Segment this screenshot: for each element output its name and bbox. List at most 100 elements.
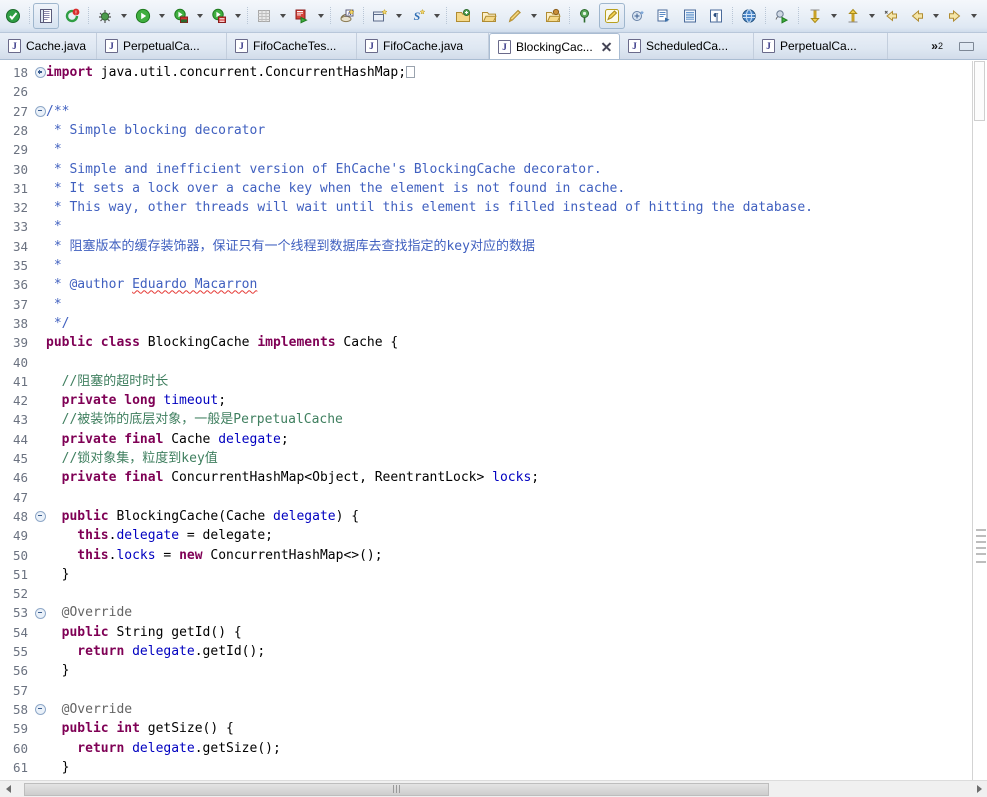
debug-icon[interactable] (92, 3, 118, 29)
horizontal-scroll-track[interactable] (16, 781, 971, 797)
code-line[interactable]: public class BlockingCache implements Ca… (46, 333, 398, 352)
new-class-icon[interactable]: A (334, 3, 360, 29)
fold-collapse-icon[interactable] (35, 507, 46, 526)
fold-collapse-icon[interactable] (35, 700, 46, 719)
code-line[interactable]: return delegate.getId(); (46, 642, 265, 661)
code-line[interactable]: //阻塞的超时时长 (46, 372, 169, 391)
save-icon[interactable] (0, 3, 26, 29)
editor-tab[interactable]: J PerpetualCa... (754, 33, 888, 59)
code-line[interactable]: this.locks = new ConcurrentHashMap<>(); (46, 546, 382, 565)
code-line[interactable]: @Override (46, 700, 132, 719)
chevron-down-icon[interactable] (232, 4, 244, 28)
previous-edit-icon[interactable] (802, 3, 828, 29)
code-line[interactable]: private long timeout; (46, 391, 226, 410)
chevron-down-icon[interactable] (277, 4, 289, 28)
code-line[interactable]: public BlockingCache(Cache delegate) { (46, 507, 359, 526)
code-line[interactable]: * Simple and inefficient version of EhCa… (46, 160, 602, 179)
code-line[interactable]: */ (46, 314, 70, 333)
code-line[interactable]: @Override (46, 603, 132, 622)
run-last-icon[interactable] (769, 3, 795, 29)
chevron-down-icon[interactable] (194, 4, 206, 28)
refresh-icon[interactable]: ! (59, 3, 85, 29)
back-icon[interactable] (904, 3, 930, 29)
code-line[interactable]: * (46, 256, 62, 275)
vertical-scrollbar-thumb[interactable] (974, 61, 985, 121)
minimize-button[interactable] (953, 33, 987, 59)
table-icon[interactable] (251, 3, 277, 29)
highlight-icon[interactable] (599, 3, 625, 29)
code-line[interactable]: * (46, 295, 62, 314)
chevron-down-icon[interactable] (528, 4, 540, 28)
scroll-left-button[interactable] (0, 782, 16, 797)
forward-icon[interactable] (942, 3, 968, 29)
fold-expand-icon[interactable] (35, 63, 46, 82)
source-code-area[interactable]: import java.util.concurrent.ConcurrentHa… (46, 61, 987, 780)
code-line[interactable]: //被装饰的底层对象，一般是PerpetualCache (46, 410, 343, 429)
outline-icon[interactable] (677, 3, 703, 29)
code-line[interactable]: this.delegate = delegate; (46, 526, 273, 545)
code-line[interactable]: private final Cache delegate; (46, 430, 289, 449)
horizontal-scrollbar[interactable] (0, 780, 987, 797)
link-editor-icon[interactable] (625, 3, 651, 29)
new-package-icon[interactable] (367, 3, 393, 29)
open-folder-icon[interactable] (476, 3, 502, 29)
editor-tab[interactable]: J FifoCache.java (357, 33, 489, 59)
close-icon[interactable] (601, 41, 612, 52)
editor-tab[interactable]: J BlockingCac... (489, 33, 620, 59)
open-task-icon[interactable] (540, 3, 566, 29)
paragraph-icon[interactable]: ¶ (703, 3, 729, 29)
next-annotation-icon[interactable] (651, 3, 677, 29)
chevron-down-icon[interactable] (930, 4, 942, 28)
main-toolbar: ! A S ¶ (0, 0, 987, 33)
code-line[interactable]: * It sets a lock over a cache key when t… (46, 179, 625, 198)
overview-ruler[interactable] (972, 61, 987, 780)
chevron-down-icon[interactable] (866, 4, 878, 28)
code-line[interactable]: } (46, 565, 70, 584)
tab-overflow-indicator[interactable]: » 2 (925, 33, 953, 59)
code-line[interactable]: return delegate.getSize(); (46, 739, 281, 758)
next-edit-icon[interactable] (840, 3, 866, 29)
editor-tab[interactable]: J FifoCacheTes... (227, 33, 357, 59)
code-line[interactable]: } (46, 661, 70, 680)
code-line[interactable]: * 阻塞版本的缓存装饰器，保证只有一个线程到数据库去查找指定的key对应的数据 (46, 237, 535, 256)
code-line[interactable]: private final ConcurrentHashMap<Object, … (46, 468, 539, 487)
code-line[interactable]: * @author Eduardo Macarron (46, 275, 258, 294)
scroll-right-button[interactable] (971, 782, 987, 797)
editor-tab[interactable]: J PerpetualCa... (97, 33, 227, 59)
pin-icon[interactable] (573, 3, 599, 29)
chevron-down-icon[interactable] (156, 4, 168, 28)
fold-collapse-icon[interactable] (35, 102, 46, 121)
folding-margin[interactable] (33, 61, 46, 780)
chevron-down-icon[interactable] (828, 4, 840, 28)
code-line[interactable]: * This way, other threads will wait unti… (46, 198, 813, 217)
new-java-file-icon[interactable] (33, 3, 59, 29)
chevron-down-icon[interactable] (118, 4, 130, 28)
web-browser-icon[interactable] (736, 3, 762, 29)
open-type-icon[interactable] (450, 3, 476, 29)
ant-build-icon[interactable] (502, 3, 528, 29)
code-line[interactable]: * (46, 140, 62, 159)
chevron-down-icon[interactable] (393, 4, 405, 28)
fold-collapse-icon[interactable] (35, 603, 46, 622)
editor-tab[interactable]: J Cache.java (0, 33, 97, 59)
code-line[interactable]: import java.util.concurrent.ConcurrentHa… (46, 63, 416, 82)
editor-tab[interactable]: J ScheduledCa... (620, 33, 754, 59)
code-line[interactable]: } (46, 758, 70, 777)
search-source-icon[interactable]: S (405, 3, 431, 29)
code-line[interactable]: /** (46, 102, 69, 121)
code-line[interactable]: * Simple blocking decorator (46, 121, 265, 140)
code-editor[interactable]: 18 26 27 28 29 30 31 32 33 34 35 36 37 38 39 40 41 42 43 44… (0, 61, 987, 780)
code-line[interactable]: * (46, 217, 62, 236)
code-line[interactable]: public String getId() { (46, 623, 242, 642)
chevron-down-icon[interactable] (315, 4, 327, 28)
code-line[interactable]: public int getSize() { (46, 719, 234, 738)
run-as-server-icon[interactable] (168, 3, 194, 29)
external-tools-icon[interactable] (289, 3, 315, 29)
horizontal-scroll-thumb[interactable] (24, 782, 769, 796)
run-coverage-icon[interactable] (206, 3, 232, 29)
run-icon[interactable] (130, 3, 156, 29)
chevron-down-icon[interactable] (968, 4, 980, 28)
chevron-down-icon[interactable] (431, 4, 443, 28)
code-line[interactable]: //锁对象集，粒度到key值 (46, 449, 218, 468)
back-history-icon[interactable] (878, 3, 904, 29)
